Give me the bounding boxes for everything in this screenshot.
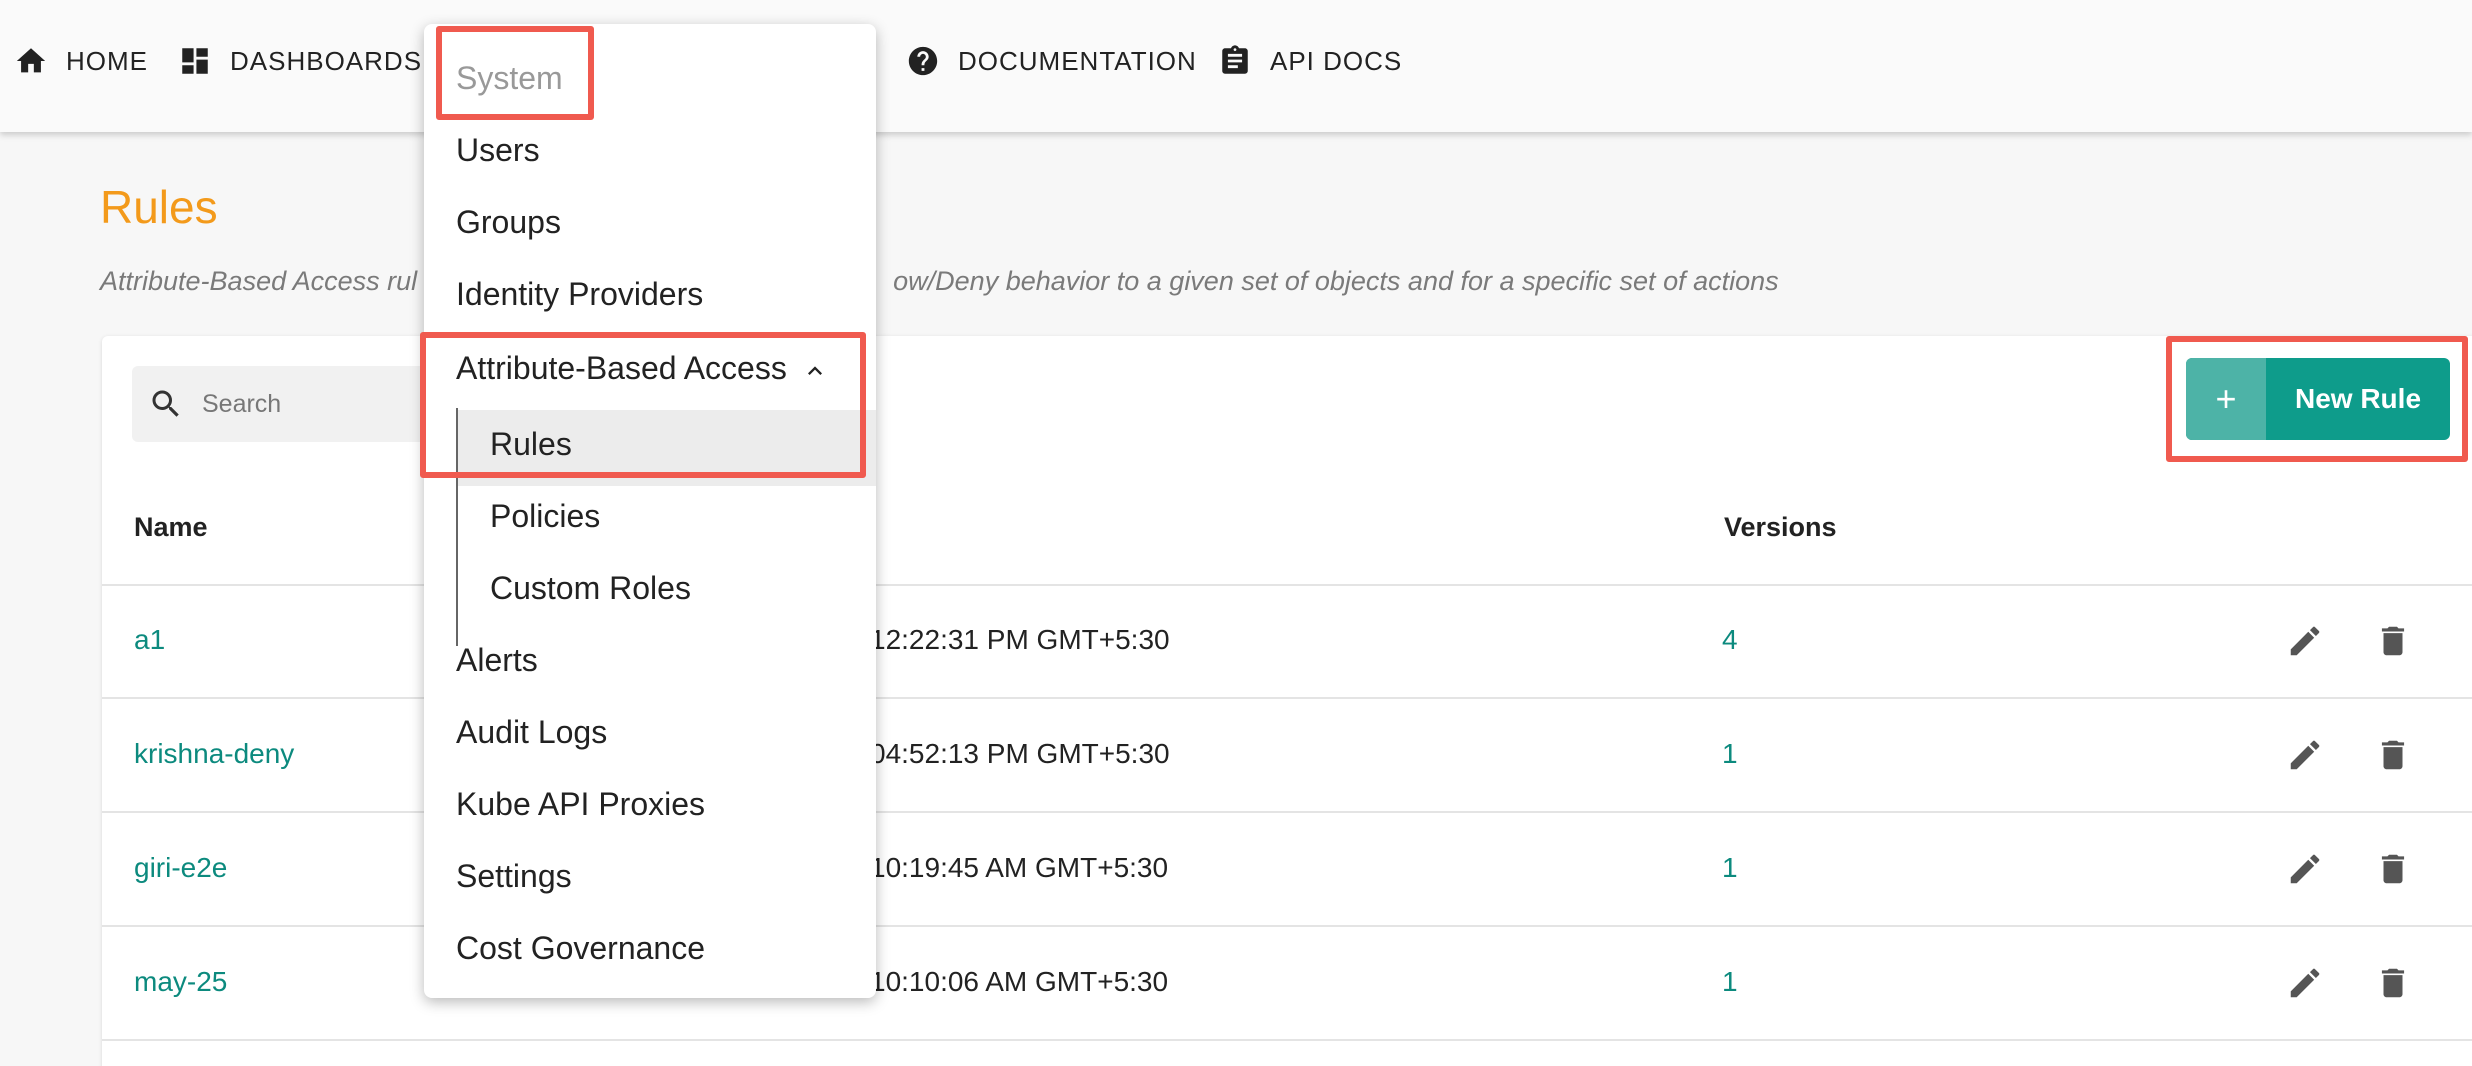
chevron-up-icon — [807, 365, 822, 375]
top-navigation-bar: HOME DASHBOARDS DOCUMENTATION API DOCS — [0, 0, 2472, 132]
edit-icon[interactable] — [2286, 622, 2324, 660]
page-subtitle-end: ow/Deny behavior to a given set of objec… — [893, 266, 1779, 296]
row-divider — [102, 1039, 2472, 1041]
new-rule-label: New Rule — [2294, 383, 2422, 414]
submenu-indent-line — [456, 408, 458, 646]
rule-versions-link[interactable]: 1 — [1722, 738, 1738, 770]
edit-icon[interactable] — [2286, 964, 2324, 1002]
menu-item-policies[interactable]: Policies — [490, 498, 600, 535]
menu-item-settings[interactable]: Settings — [456, 858, 572, 895]
help-circle-icon — [908, 46, 938, 76]
delete-icon[interactable] — [2374, 622, 2412, 660]
search-input[interactable] — [202, 389, 422, 419]
menu-item-attribute-based-access-label: Attribute-Based Access — [456, 350, 787, 386]
system-dropdown-menu: System Users Groups Identity Providers A… — [424, 24, 876, 998]
nav-dashboards-label: DASHBOARDS — [230, 45, 423, 76]
menu-item-audit-logs[interactable]: Audit Logs — [456, 714, 607, 751]
dashboard-icon — [182, 48, 208, 74]
edit-icon[interactable] — [2286, 736, 2324, 774]
rule-modified-date: 10:19:45 AM GMT+5:30 — [870, 852, 1169, 883]
rule-versions-link[interactable]: 1 — [1722, 852, 1738, 884]
column-header-name[interactable]: Name — [134, 512, 208, 543]
nav-api-docs-label: API DOCS — [1270, 45, 1403, 76]
delete-icon[interactable] — [2374, 736, 2412, 774]
page-title: Rules — [100, 181, 218, 233]
menu-item-groups[interactable]: Groups — [456, 204, 561, 241]
page-subtitle: Attribute-Based Access rul ow/Deny behavi… — [100, 266, 1779, 297]
nav-home[interactable]: HOME — [14, 40, 148, 82]
menu-item-custom-roles[interactable]: Custom Roles — [490, 570, 691, 607]
menu-item-alerts[interactable]: Alerts — [456, 642, 538, 679]
rule-modified-date: 04:52:13 PM GMT+5:30 — [870, 738, 1170, 769]
menu-item-identity-providers[interactable]: Identity Providers — [456, 276, 703, 313]
menu-item-users[interactable]: Users — [456, 132, 540, 169]
nav-api-docs[interactable]: API DOCS — [1218, 40, 1402, 82]
rule-name-link[interactable]: may-25 — [134, 966, 227, 998]
menu-item-rules[interactable]: Rules — [490, 426, 572, 463]
rule-modified-date: 12:22:31 PM GMT+5:30 — [870, 624, 1170, 655]
rule-versions-link[interactable]: 1 — [1722, 966, 1738, 998]
search-icon — [152, 390, 179, 417]
rule-name-link[interactable]: giri-e2e — [134, 852, 227, 884]
nav-home-label: HOME — [66, 45, 148, 76]
nav-dashboards[interactable]: DASHBOARDS — [178, 40, 422, 82]
nav-documentation-label: DOCUMENTATION — [958, 45, 1197, 76]
rule-name-link[interactable]: krishna-deny — [134, 738, 294, 770]
nav-documentation[interactable]: DOCUMENTATION — [906, 40, 1197, 82]
column-header-versions[interactable]: Versions — [1724, 512, 1837, 543]
new-rule-button[interactable]: + New Rule — [2186, 358, 2450, 440]
menu-item-kube-api-proxies[interactable]: Kube API Proxies — [456, 786, 705, 823]
search-box[interactable] — [132, 366, 452, 442]
page-subtitle-start: Attribute-Based Access rul — [100, 266, 418, 296]
rule-name-link[interactable]: a1 — [134, 624, 165, 656]
menu-item-attribute-based-access[interactable]: Attribute-Based Access — [456, 350, 829, 387]
clipboard-icon — [1222, 45, 1248, 74]
edit-icon[interactable] — [2286, 850, 2324, 888]
delete-icon[interactable] — [2374, 964, 2412, 1002]
rule-modified-date: 10:10:06 AM GMT+5:30 — [870, 966, 1169, 997]
home-icon — [16, 48, 46, 73]
menu-item-cost-governance[interactable]: Cost Governance — [456, 930, 705, 967]
delete-icon[interactable] — [2374, 850, 2412, 888]
menu-header-system: System — [456, 60, 563, 96]
plus-icon: + — [2186, 358, 2266, 440]
rule-versions-link[interactable]: 4 — [1722, 624, 1738, 656]
